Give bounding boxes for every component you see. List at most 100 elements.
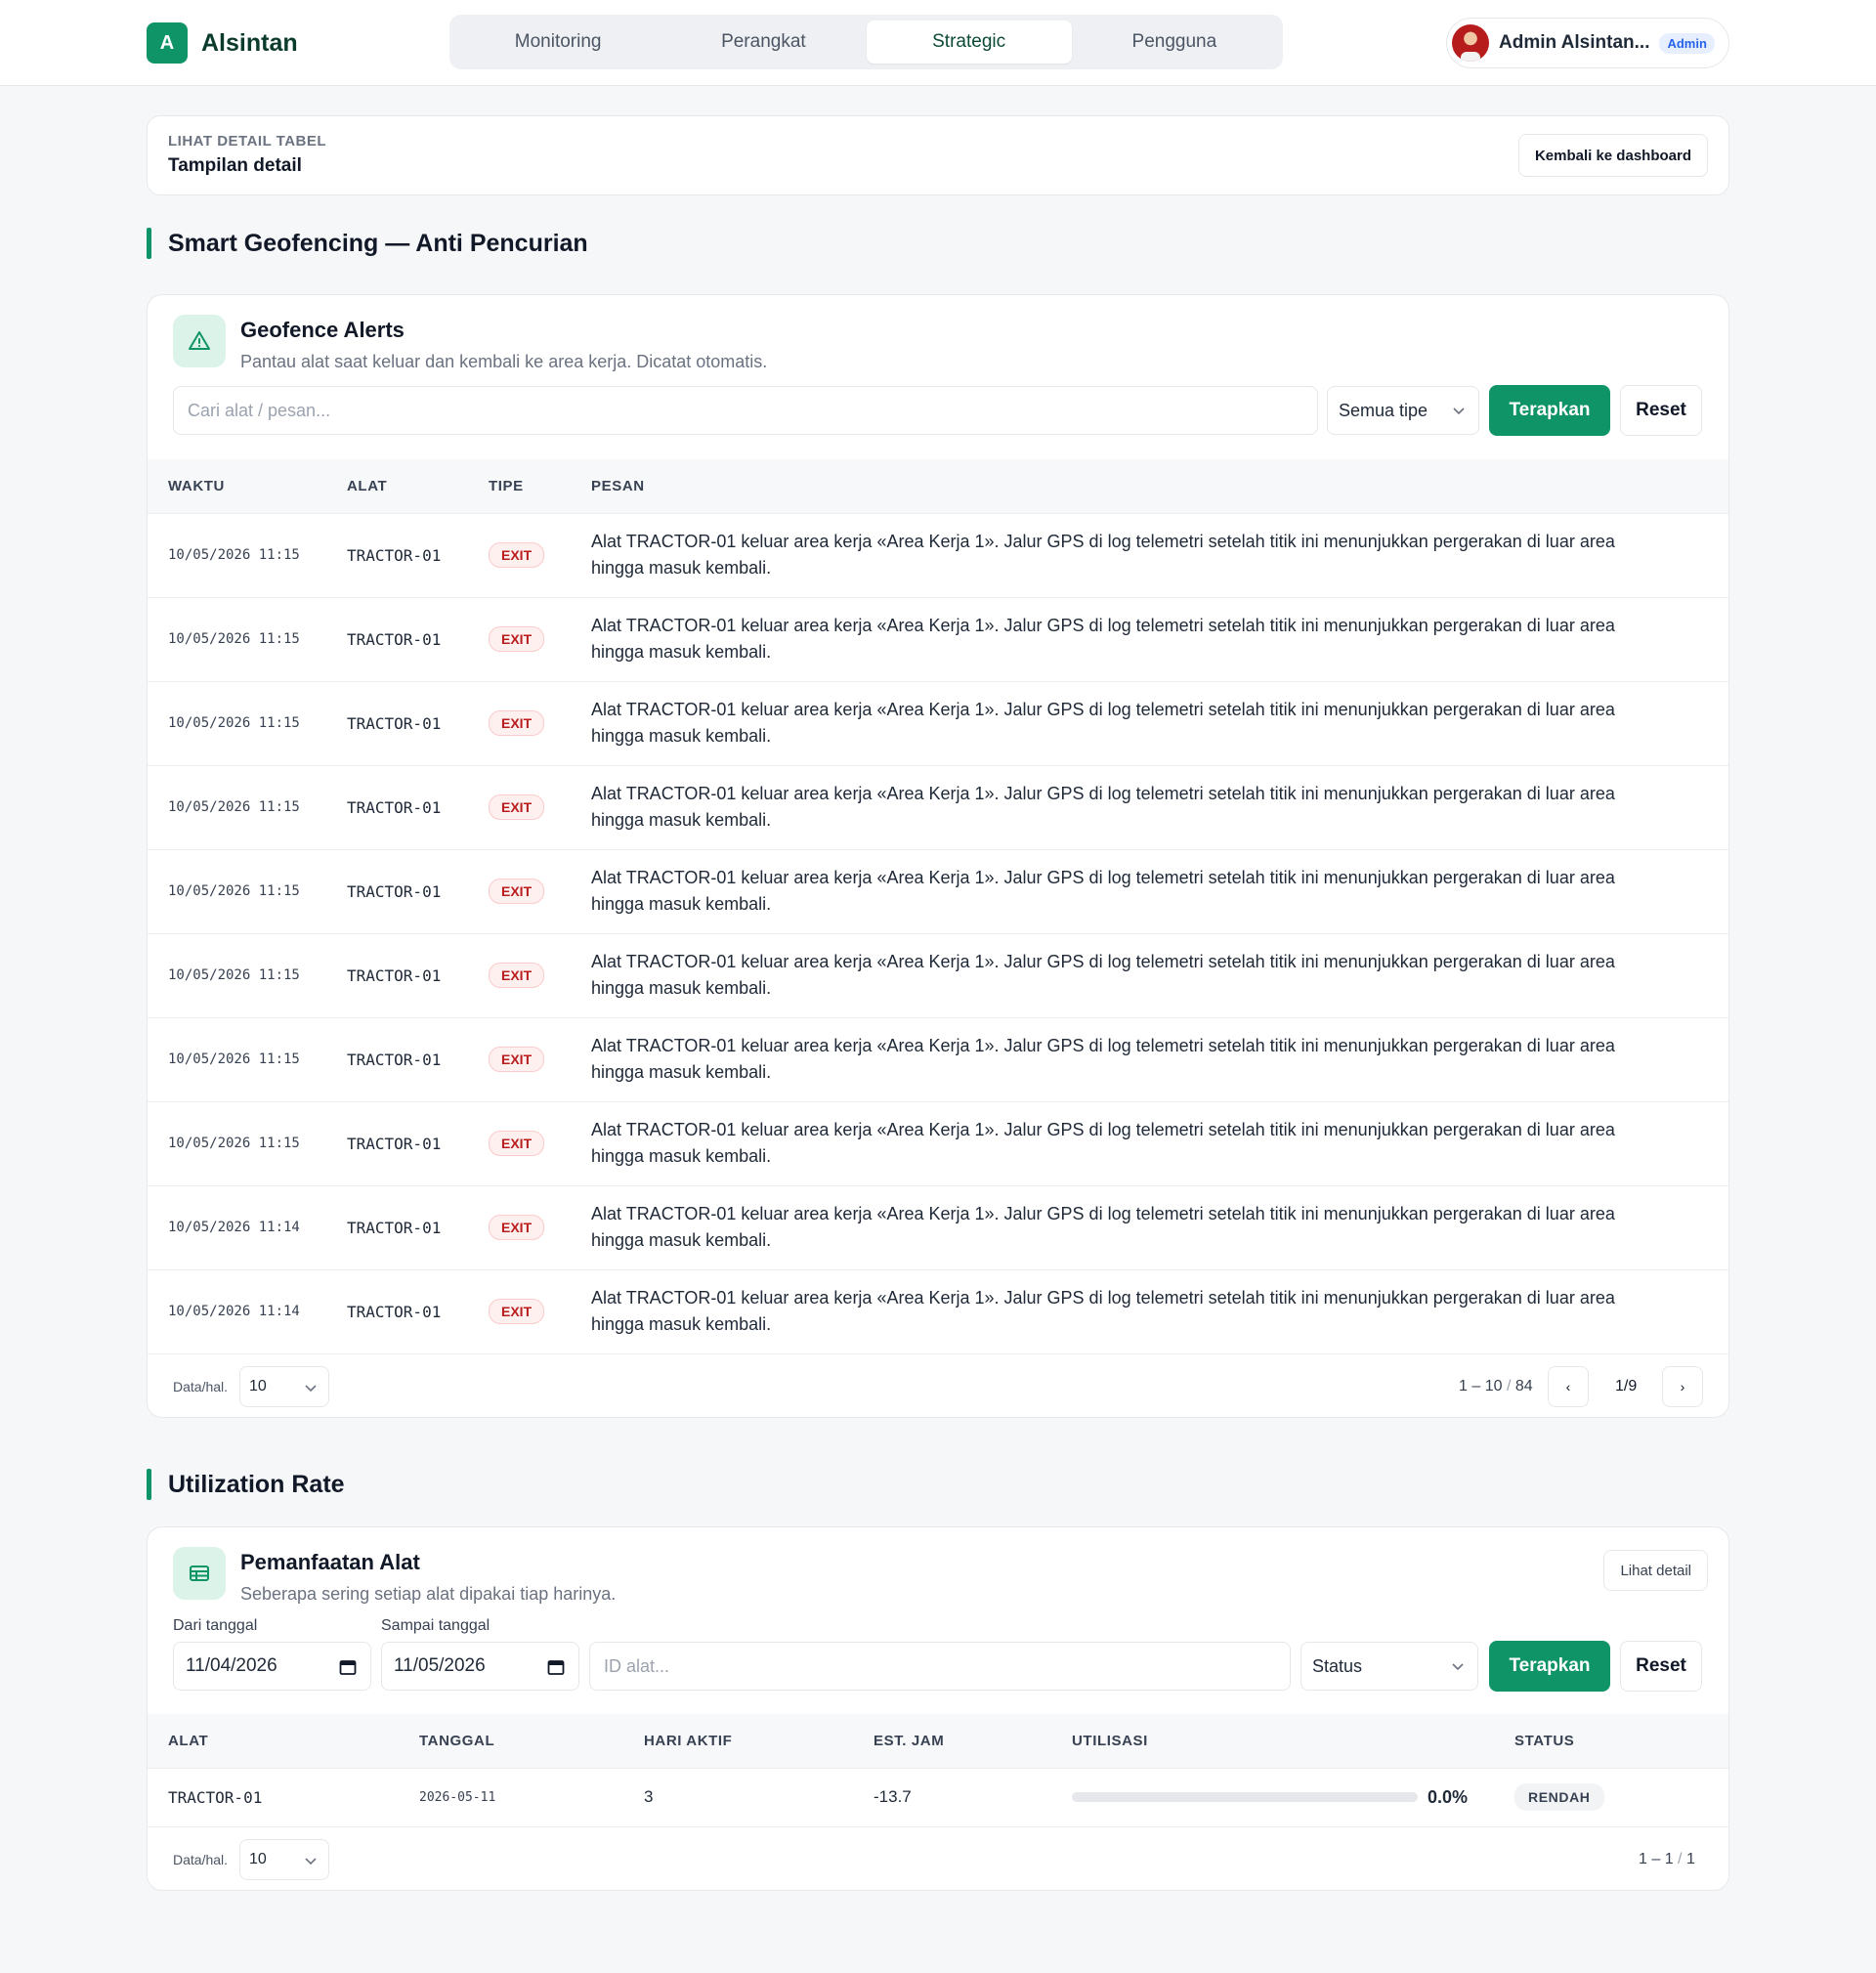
row-utilization: 0.0%: [1051, 1767, 1494, 1826]
row-message: Alat TRACTOR-01 keluar area kerja «Area …: [571, 1184, 1728, 1269]
row-time: 10/05/2026 11:15: [148, 932, 326, 1017]
utilization-progress-bar: [1072, 1792, 1418, 1803]
row-type: EXIT: [468, 596, 571, 681]
row-type: EXIT: [468, 1016, 571, 1101]
column-header-hari-aktif: HARI AKTIF: [644, 1732, 733, 1749]
column-header-status: STATUS: [1514, 1732, 1575, 1749]
geofence-alerts-table: WAKTU ALAT TIPE PESAN 10/05/2026 11:15 T…: [148, 459, 1728, 1353]
column-header-waktu: WAKTU: [168, 477, 225, 494]
table-row: 10/05/2026 11:15 TRACTOR-01 EXIT Alat TR…: [148, 848, 1728, 933]
row-message: Alat TRACTOR-01 keluar area kerja «Area …: [571, 1268, 1728, 1353]
range-value: 1 – 10: [1459, 1378, 1503, 1394]
brand[interactable]: A Alsintan: [147, 22, 298, 64]
chevron-down-icon: [305, 1385, 317, 1393]
table-row: 10/05/2026 11:15 TRACTOR-01 EXIT Alat TR…: [148, 596, 1728, 681]
from-date-value: 11/04/2026: [186, 1655, 277, 1676]
column-header-tanggal: TANGGAL: [419, 1732, 495, 1749]
status-select[interactable]: Status: [1300, 1642, 1478, 1691]
chevron-down-icon: [1452, 1663, 1464, 1671]
user-menu[interactable]: Admin Alsintan... Admin: [1446, 18, 1729, 68]
row-tool: TRACTOR-01: [326, 1268, 468, 1353]
status-badge: RENDAH: [1514, 1783, 1604, 1812]
range-separator: /: [1506, 1378, 1512, 1394]
next-page-button[interactable]: ›: [1662, 1366, 1703, 1407]
calendar-icon[interactable]: [339, 1658, 357, 1676]
tab-pengguna[interactable]: Pengguna: [1072, 21, 1277, 64]
to-date-label: Sampai tanggal: [381, 1617, 490, 1634]
row-time: 10/05/2026 11:15: [148, 1016, 326, 1101]
per-page-select[interactable]: 10: [239, 1839, 329, 1880]
table-row: 10/05/2026 11:15 TRACTOR-01 EXIT Alat TR…: [148, 1100, 1728, 1185]
row-time: 10/05/2026 11:14: [148, 1268, 326, 1353]
row-time: 10/05/2026 11:15: [148, 680, 326, 765]
exit-badge: EXIT: [489, 1215, 545, 1240]
exit-badge: EXIT: [489, 710, 545, 736]
reset-button[interactable]: Reset: [1620, 385, 1702, 436]
row-time: 10/05/2026 11:15: [148, 596, 326, 681]
section-accent-bar: [147, 1469, 151, 1500]
table-row: 10/05/2026 11:15 TRACTOR-01 EXIT Alat TR…: [148, 764, 1728, 849]
row-type: EXIT: [468, 848, 571, 933]
table-row: 10/05/2026 11:14 TRACTOR-01 EXIT Alat TR…: [148, 1268, 1728, 1353]
range-total: 1: [1685, 1851, 1695, 1867]
row-message: Alat TRACTOR-01 keluar area kerja «Area …: [571, 1100, 1728, 1185]
calendar-icon[interactable]: [547, 1658, 565, 1676]
per-page-value: 10: [249, 1851, 267, 1867]
table-icon: [173, 1547, 226, 1600]
range-separator: /: [1678, 1851, 1683, 1867]
card-title: Geofence Alerts: [240, 318, 405, 342]
table-row: 10/05/2026 11:14 TRACTOR-01 EXIT Alat TR…: [148, 1184, 1728, 1269]
reset-button[interactable]: Reset: [1620, 1641, 1702, 1692]
back-to-dashboard-button[interactable]: Kembali ke dashboard: [1517, 134, 1708, 177]
to-date-input[interactable]: 11/05/2026: [381, 1642, 579, 1691]
exit-badge: EXIT: [489, 794, 545, 820]
section-title: Smart Geofencing — Anti Pencurian: [168, 229, 588, 257]
row-tool: TRACTOR-01: [326, 512, 468, 597]
pagination-range: 1 – 1 / 1: [1639, 1851, 1695, 1868]
search-input[interactable]: Cari alat / pesan...: [173, 386, 1318, 435]
row-type: EXIT: [468, 680, 571, 765]
view-detail-button[interactable]: Lihat detail: [1603, 1550, 1708, 1591]
column-header-alat: ALAT: [347, 477, 388, 494]
row-message: Alat TRACTOR-01 keluar area kerja «Area …: [571, 512, 1728, 597]
apply-button[interactable]: Terapkan: [1489, 1641, 1610, 1692]
per-page-label: Data/hal.: [173, 1852, 229, 1867]
row-est-hours: -13.7: [853, 1767, 1051, 1826]
row-type: EXIT: [468, 1100, 571, 1185]
exit-badge: EXIT: [489, 1131, 545, 1156]
app-logo: A: [147, 22, 188, 64]
column-header-pesan: PESAN: [591, 477, 645, 494]
role-badge: Admin: [1659, 32, 1715, 54]
section-heading-utilization: Utilization Rate: [147, 1469, 345, 1500]
type-select[interactable]: Semua tipe: [1327, 386, 1479, 435]
card-title: Pemanfaatan Alat: [240, 1550, 420, 1574]
row-message: Alat TRACTOR-01 keluar area kerja «Area …: [571, 848, 1728, 933]
card-subtitle: Seberapa sering setiap alat dipakai tiap…: [240, 1584, 617, 1604]
tool-id-input[interactable]: ID alat...: [589, 1642, 1291, 1691]
row-type: EXIT: [468, 1184, 571, 1269]
row-active-days: 3: [623, 1767, 853, 1826]
table-header-row: WAKTU ALAT TIPE PESAN: [148, 459, 1728, 513]
to-date-value: 11/05/2026: [394, 1655, 486, 1676]
row-message: Alat TRACTOR-01 keluar area kerja «Area …: [571, 596, 1728, 681]
row-tool: TRACTOR-01: [326, 1100, 468, 1185]
column-header-tipe: TIPE: [489, 477, 524, 494]
utilization-table: ALAT TANGGAL HARI AKTIF EST. JAM UTILISA…: [148, 1714, 1728, 1826]
row-type: EXIT: [468, 764, 571, 849]
tab-monitoring[interactable]: Monitoring: [455, 21, 661, 64]
app-name: Alsintan: [201, 28, 298, 57]
table-row: 10/05/2026 11:15 TRACTOR-01 EXIT Alat TR…: [148, 512, 1728, 597]
range-value: 1 – 1: [1639, 1851, 1674, 1867]
apply-button[interactable]: Terapkan: [1489, 385, 1610, 436]
from-date-input[interactable]: 11/04/2026: [173, 1642, 371, 1691]
top-navbar: A Alsintan Monitoring Perangkat Strategi…: [0, 0, 1876, 86]
row-tool: TRACTOR-01: [326, 1016, 468, 1101]
tab-perangkat[interactable]: Perangkat: [661, 21, 866, 64]
detail-kicker: LIHAT DETAIL TABEL: [168, 133, 327, 150]
row-tool: TRACTOR-01: [326, 596, 468, 681]
section-title: Utilization Rate: [168, 1470, 345, 1498]
row-message: Alat TRACTOR-01 keluar area kerja «Area …: [571, 932, 1728, 1017]
per-page-select[interactable]: 10: [239, 1366, 329, 1407]
tab-strategic[interactable]: Strategic: [866, 21, 1072, 64]
prev-page-button[interactable]: ‹: [1548, 1366, 1589, 1407]
